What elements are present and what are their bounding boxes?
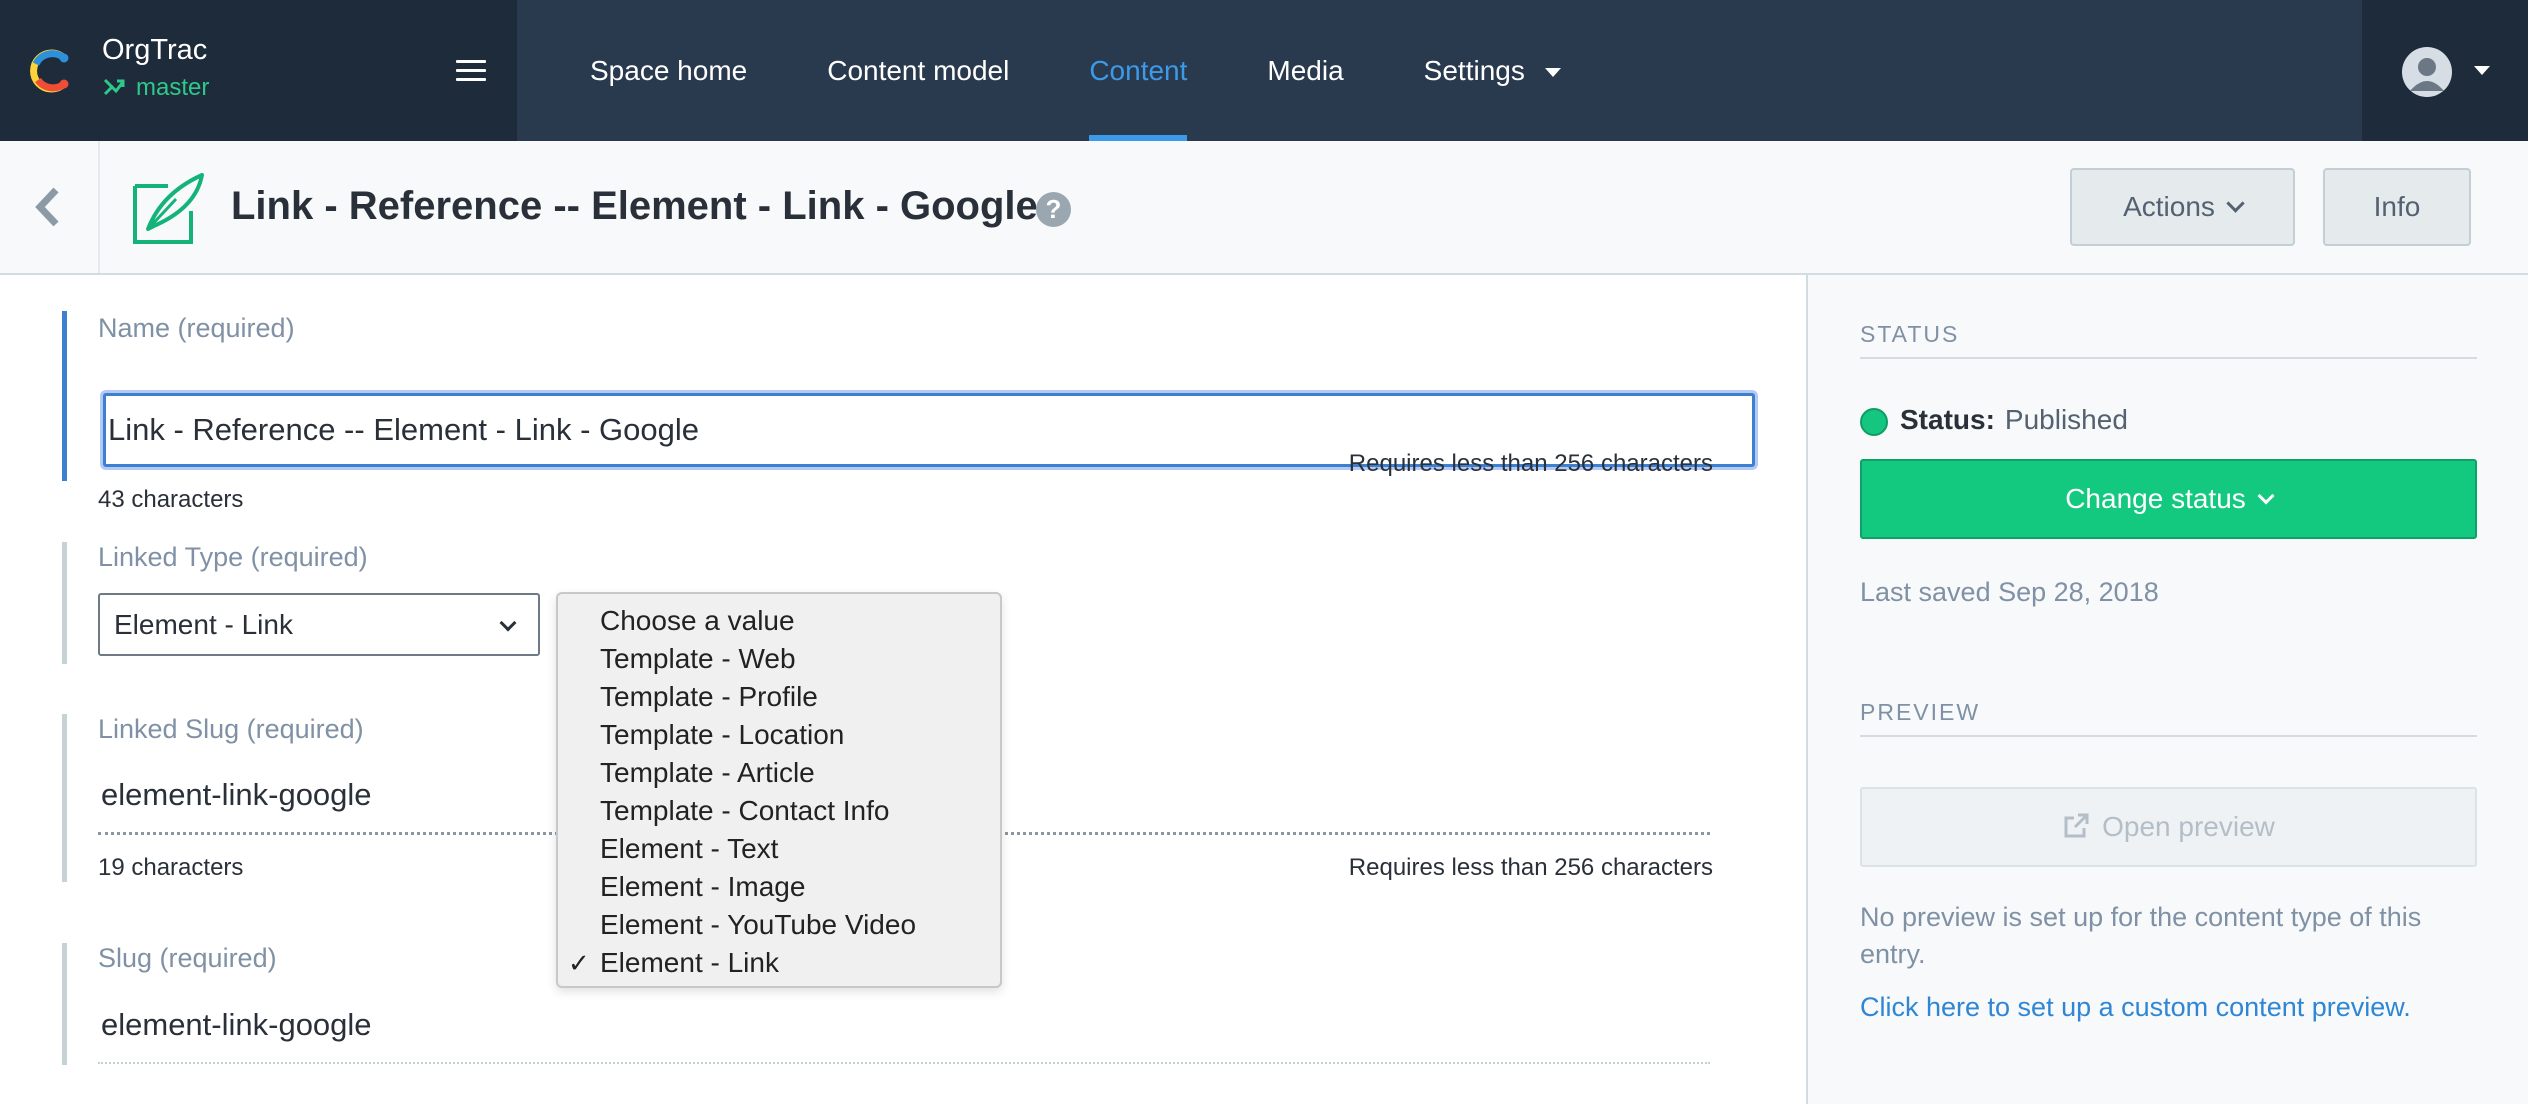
status-label: Status: — [1900, 404, 1995, 435]
main-nav: Space home Content model Content Media S… — [517, 0, 1561, 141]
dropdown-option[interactable]: Template - Contact Info — [558, 792, 1000, 830]
linked-slug-input[interactable]: element-link-google — [101, 777, 372, 813]
check-icon: ✓ — [568, 948, 590, 978]
nav-content-model[interactable]: Content model — [827, 0, 1009, 141]
field-label: Linked Type (required) — [98, 542, 368, 572]
space-switcher[interactable]: OrgTrac master — [0, 0, 517, 141]
dropdown-option-selected[interactable]: ✓ Element - Link — [558, 944, 1000, 982]
field-label: Linked Slug (required) — [98, 714, 364, 744]
status-text: Status: Published — [1900, 404, 2128, 436]
dropdown-option[interactable]: Template - Profile — [558, 678, 1000, 716]
avatar-icon — [2402, 47, 2452, 97]
external-link-icon — [2064, 813, 2089, 838]
divider — [1860, 735, 2477, 737]
help-icon[interactable]: ? — [1036, 192, 1071, 227]
character-count: 43 characters — [98, 486, 244, 513]
field-label: Name (required) — [98, 313, 295, 343]
chevron-down-icon — [1544, 68, 1561, 78]
change-status-label: Change status — [2065, 483, 2246, 514]
linked-type-select[interactable]: Element - Link — [98, 593, 540, 656]
back-arrow-icon — [35, 187, 59, 227]
linked-type-dropdown: Choose a value Template - Web Template -… — [556, 592, 1002, 988]
character-limit: Requires less than 256 characters — [1348, 854, 1713, 881]
dropdown-option[interactable]: Element - Text — [558, 830, 1000, 868]
nav-settings[interactable]: Settings — [1424, 0, 1561, 141]
change-status-button[interactable]: Change status — [1860, 459, 2477, 539]
branch-icon — [103, 78, 125, 96]
dropdown-option[interactable]: Choose a value — [558, 602, 1000, 640]
environment-name: master — [136, 74, 210, 101]
nav-space-home[interactable]: Space home — [590, 0, 747, 141]
chevron-down-icon — [2226, 194, 2245, 213]
dropdown-option[interactable]: Element - Image — [558, 868, 1000, 906]
dropdown-option[interactable]: Template - Web — [558, 640, 1000, 678]
dropdown-option[interactable]: Element - YouTube Video — [558, 906, 1000, 944]
nav-media[interactable]: Media — [1267, 0, 1343, 141]
field-linked-slug: Linked Slug (required) 19 characters — [62, 714, 364, 882]
input-underline — [98, 1062, 1710, 1064]
chevron-down-icon — [499, 614, 517, 632]
contentful-logo — [30, 49, 69, 93]
open-preview-label: Open preview — [2102, 811, 2275, 842]
divider — [1860, 357, 2477, 359]
field-slug: Slug (required) — [62, 943, 277, 1065]
dropdown-option[interactable]: Template - Location — [558, 716, 1000, 754]
preview-heading: PREVIEW — [1860, 699, 1981, 725]
option-label: Element - Link — [600, 947, 779, 978]
top-navigation: OrgTrac master Space home Content model … — [0, 0, 2528, 141]
space-name: OrgTrac — [102, 34, 208, 66]
actions-button[interactable]: Actions — [2070, 168, 2295, 246]
chevron-down-icon — [2474, 66, 2490, 75]
hamburger-icon[interactable] — [456, 60, 486, 82]
actions-label: Actions — [2123, 191, 2215, 222]
custom-preview-link[interactable]: Click here to set up a custom content pr… — [1860, 992, 2411, 1023]
dropdown-option[interactable]: Template - Article — [558, 754, 1000, 792]
environment-label: master — [102, 74, 209, 102]
entry-sidebar: STATUS Status: Published Change status La… — [1806, 275, 2528, 1104]
nav-settings-label: Settings — [1423, 55, 1525, 86]
entry-header: Link - Reference -- Element - Link - Goo… — [0, 141, 2528, 275]
field-label: Slug (required) — [98, 943, 277, 973]
status-indicator-icon — [1860, 408, 1888, 436]
selected-value: Element - Link — [114, 609, 293, 640]
open-preview-button[interactable]: Open preview — [1860, 787, 2477, 867]
field-linked-type: Linked Type (required) — [62, 542, 368, 664]
info-button[interactable]: Info — [2323, 168, 2471, 246]
field-name: Name (required) 43 characters — [62, 311, 1755, 513]
last-saved: Last saved Sep 28, 2018 — [1860, 577, 2159, 607]
character-limit: Requires less than 256 characters — [1348, 450, 1713, 477]
character-count: 19 characters — [98, 854, 244, 881]
entry-title: Link - Reference -- Element - Link - Goo… — [231, 184, 1038, 228]
chevron-down-icon — [2257, 487, 2275, 505]
status-value: Published — [2004, 404, 2128, 435]
slug-input[interactable]: element-link-google — [101, 1007, 372, 1043]
entry-feather-icon — [133, 173, 204, 244]
back-button[interactable] — [0, 141, 100, 273]
status-heading: STATUS — [1860, 321, 1960, 347]
account-menu[interactable] — [2362, 0, 2528, 141]
nav-content[interactable]: Content — [1089, 0, 1188, 141]
no-preview-text: No preview is set up for the content typ… — [1860, 902, 2422, 969]
